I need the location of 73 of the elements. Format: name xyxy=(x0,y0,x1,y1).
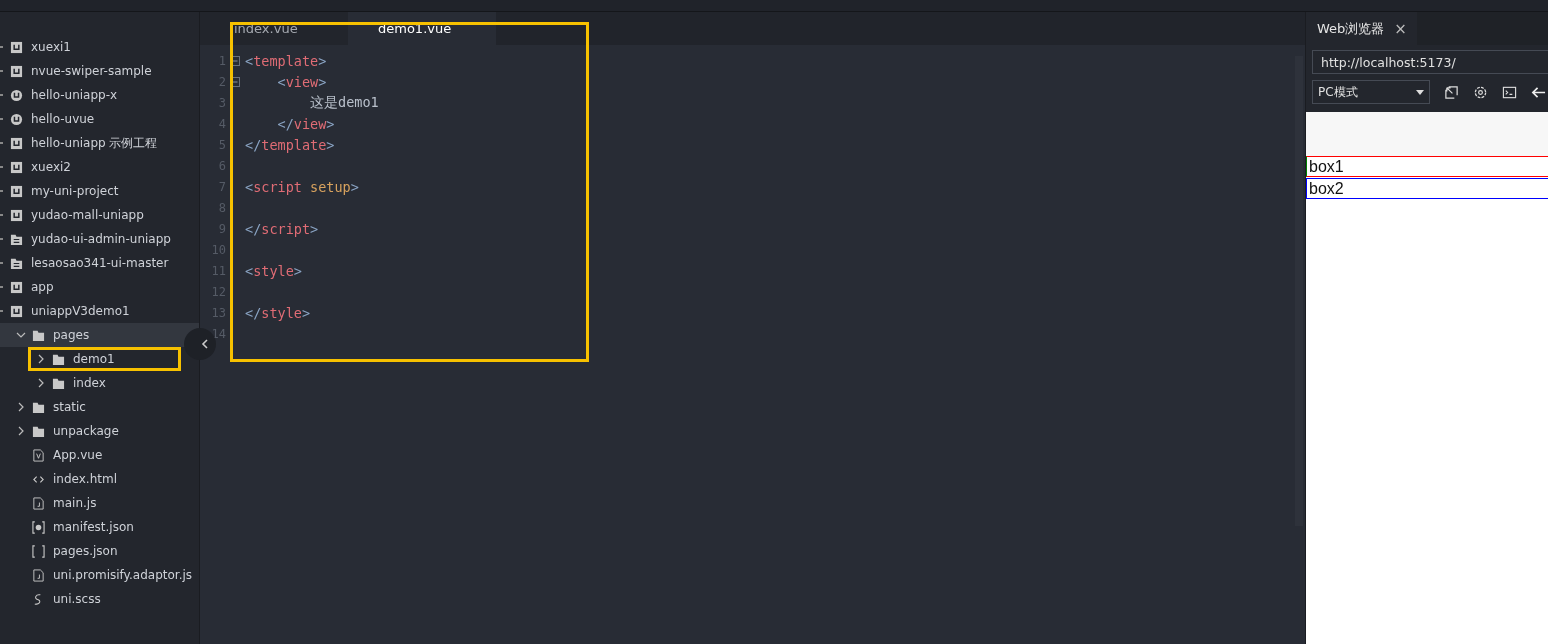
file-icon xyxy=(32,448,45,462)
gear-file-icon xyxy=(32,520,45,534)
tree-item[interactable]: static xyxy=(0,395,199,419)
tree-item[interactable]: hello-uniapp-x xyxy=(0,83,199,107)
project-icon xyxy=(10,64,23,78)
fold-icon[interactable] xyxy=(230,55,240,66)
code-line: <view> xyxy=(276,73,327,90)
fold-icon[interactable] xyxy=(230,76,240,87)
tree-item[interactable]: pages.json xyxy=(0,539,199,563)
folder-icon xyxy=(52,376,65,390)
chevron-right-icon[interactable] xyxy=(36,378,46,388)
chevron-right-icon[interactable] xyxy=(36,354,46,364)
caret-icon xyxy=(1416,89,1424,95)
url-field[interactable]: http://localhost:5173/ xyxy=(1312,50,1548,74)
chevron-left-icon xyxy=(201,339,209,349)
code-line: </script> xyxy=(245,220,319,237)
project-icon xyxy=(10,208,23,222)
code-line: </view> xyxy=(276,115,335,132)
file-icon xyxy=(32,496,45,510)
resize-icon[interactable] xyxy=(1444,84,1459,100)
tree-item[interactable]: main.js xyxy=(0,491,199,515)
tree-item[interactable]: manifest.json xyxy=(0,515,199,539)
chevron-down-icon[interactable] xyxy=(16,330,26,340)
project-icon xyxy=(10,184,23,198)
chevron-right-icon[interactable] xyxy=(16,426,26,436)
brackets-icon xyxy=(32,544,45,558)
folder-icon xyxy=(32,424,45,438)
tree-item[interactable]: pages xyxy=(0,323,199,347)
close-icon[interactable]: × xyxy=(1394,19,1407,38)
code-line: </template> xyxy=(245,136,335,153)
mode-dropdown[interactable]: PC模式 xyxy=(1312,80,1430,104)
project-icon xyxy=(10,112,23,126)
code-line: 这是demo1 xyxy=(309,93,379,112)
tree-item[interactable]: uni.scss xyxy=(0,587,199,611)
folder-icon xyxy=(10,256,23,270)
tree-item[interactable]: demo1 xyxy=(28,347,181,371)
tree-item[interactable]: uni.promisify.adaptor.js xyxy=(0,563,199,587)
tree-item[interactable]: uniappV3demo1 xyxy=(0,299,199,323)
tree-item[interactable]: nvue-swiper-sample xyxy=(0,59,199,83)
settings-icon[interactable] xyxy=(1473,84,1488,100)
preview-box: box2 xyxy=(1306,178,1548,199)
tree-item[interactable]: yudao-mall-uniapp xyxy=(0,203,199,227)
folder-icon xyxy=(32,328,45,342)
tree-item[interactable]: yudao-ui-admin-uniapp xyxy=(0,227,199,251)
folder-icon xyxy=(32,400,45,414)
code-line: <template> xyxy=(245,52,327,69)
project-icon xyxy=(10,280,23,294)
file-icon xyxy=(32,568,45,582)
tree-item[interactable]: hello-uvue xyxy=(0,107,199,131)
tree-item[interactable]: hello-uniapp 示例工程 xyxy=(0,131,199,155)
project-icon xyxy=(10,160,23,174)
chevron-right-icon[interactable] xyxy=(16,402,26,412)
tree-item[interactable]: index.html xyxy=(0,467,199,491)
project-icon xyxy=(10,40,23,54)
tree-item[interactable]: xuexi2 xyxy=(0,155,199,179)
preview-box: box1 xyxy=(1306,156,1548,177)
folder-icon xyxy=(52,352,65,366)
tree-item[interactable]: index xyxy=(0,371,199,395)
folder-icon xyxy=(10,232,23,246)
project-icon xyxy=(10,88,23,102)
code-line: </style> xyxy=(245,304,311,321)
tree-item[interactable]: xuexi1 xyxy=(0,35,199,59)
tree-item[interactable]: lesaosao341-ui-master xyxy=(0,251,199,275)
tree-item[interactable]: my-uni-project xyxy=(0,179,199,203)
project-icon xyxy=(10,304,23,318)
code-line: <script setup> xyxy=(245,178,359,195)
tree-item[interactable]: app xyxy=(0,275,199,299)
code-line: <style> xyxy=(245,262,302,279)
tree-item[interactable]: unpackage xyxy=(0,419,199,443)
project-icon xyxy=(10,136,23,150)
browser-tab[interactable]: Web浏览器 × xyxy=(1306,12,1417,45)
tree-item[interactable]: App.vue xyxy=(0,443,199,467)
terminal-icon[interactable] xyxy=(1502,84,1517,100)
